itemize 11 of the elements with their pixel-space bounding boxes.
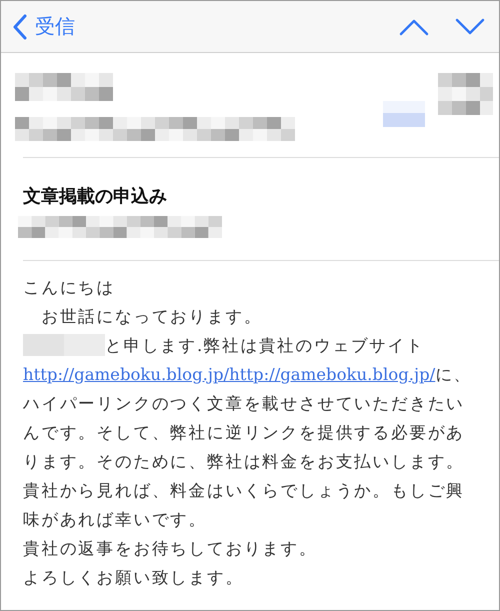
body-text: 貴社の返事をお待ちしております。: [23, 538, 318, 560]
body-text: お世話になっております。: [40, 306, 264, 328]
body-text: こんにちは: [23, 277, 116, 299]
website-link[interactable]: http://gameboku.blog.jp/http://gameboku.blog.jp/: [23, 365, 436, 384]
next-message-icon[interactable]: [455, 18, 485, 36]
back-button[interactable]: 受信: [13, 13, 75, 40]
email-subject: 文章掲載の申込み: [23, 185, 168, 208]
body-text: よろしくお願い致します。: [23, 567, 245, 589]
body-paragraph: と申します.弊社は貴社のウェブサイト http://gameboku.blog.jp/http://gameboku.blog.jp/に、ハイパーリンクのつく文章を載せさせていただきたいんです。そして、弊社に逆リンクを提供する必要があります。そのために、弊社は料金をお支払いします。貴社から見れば、料金はいくらでしょうか。もしご興味があれば幸いです。: [23, 333, 474, 531]
previous-message-icon[interactable]: [399, 18, 429, 36]
back-chevron-icon: [13, 14, 27, 40]
